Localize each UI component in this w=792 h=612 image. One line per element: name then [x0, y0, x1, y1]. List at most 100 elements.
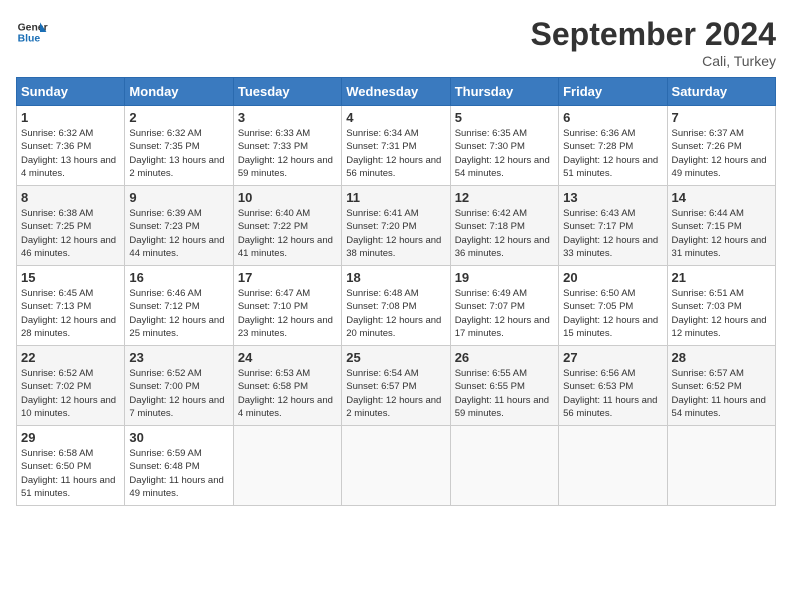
table-cell: 9 Sunrise: 6:39 AM Sunset: 7:23 PM Daylig… [125, 186, 233, 266]
table-cell: 10 Sunrise: 6:40 AM Sunset: 7:22 PM Dayli… [233, 186, 341, 266]
month-title: September 2024 [531, 16, 776, 53]
table-cell: 11 Sunrise: 6:41 AM Sunset: 7:20 PM Dayli… [342, 186, 450, 266]
day-number: 21 [672, 270, 771, 285]
location: Cali, Turkey [531, 53, 776, 69]
calendar-row: 1 Sunrise: 6:32 AM Sunset: 7:36 PM Daylig… [17, 106, 776, 186]
day-info: Sunrise: 6:40 AM Sunset: 7:22 PM Dayligh… [238, 207, 337, 260]
day-number: 11 [346, 190, 445, 205]
table-cell: 1 Sunrise: 6:32 AM Sunset: 7:36 PM Daylig… [17, 106, 125, 186]
header-row: Sunday Monday Tuesday Wednesday Thursday… [17, 78, 776, 106]
table-cell: 4Sunrise: 6:34 AM Sunset: 7:31 PM Daylig… [342, 106, 450, 186]
day-info: Sunrise: 6:48 AM Sunset: 7:08 PM Dayligh… [346, 287, 445, 340]
day-info: Sunrise: 6:45 AM Sunset: 7:13 PM Dayligh… [21, 287, 120, 340]
day-info: Sunrise: 6:46 AM Sunset: 7:12 PM Dayligh… [129, 287, 228, 340]
day-info: Sunrise: 6:44 AM Sunset: 7:15 PM Dayligh… [672, 207, 771, 260]
table-cell: 24 Sunrise: 6:53 AM Sunset: 6:58 PM Dayli… [233, 346, 341, 426]
day-info: Sunrise: 6:43 AM Sunset: 7:17 PM Dayligh… [563, 207, 662, 260]
table-cell [667, 426, 775, 506]
day-info: Sunrise: 6:35 AM Sunset: 7:30 PM Dayligh… [455, 127, 554, 180]
day-number: 5 [455, 110, 554, 125]
logo-icon: General Blue [16, 16, 48, 48]
table-cell: 12Sunrise: 6:42 AM Sunset: 7:18 PM Dayli… [450, 186, 558, 266]
day-info: Sunrise: 6:57 AM Sunset: 6:52 PM Dayligh… [672, 367, 771, 420]
calendar-row: 22 Sunrise: 6:52 AM Sunset: 7:02 PM Dayli… [17, 346, 776, 426]
day-number: 16 [129, 270, 228, 285]
day-number: 8 [21, 190, 120, 205]
table-cell: 5 Sunrise: 6:35 AM Sunset: 7:30 PM Daylig… [450, 106, 558, 186]
day-info: Sunrise: 6:36 AM Sunset: 7:28 PM Dayligh… [563, 127, 662, 180]
day-number: 14 [672, 190, 771, 205]
table-cell: 19 Sunrise: 6:49 AM Sunset: 7:07 PM Dayli… [450, 266, 558, 346]
day-number: 23 [129, 350, 228, 365]
col-friday: Friday [559, 78, 667, 106]
day-number: 22 [21, 350, 120, 365]
day-info: Sunrise: 6:37 AM Sunset: 7:26 PM Dayligh… [672, 127, 771, 180]
col-monday: Monday [125, 78, 233, 106]
day-info: Sunrise: 6:58 AM Sunset: 6:50 PM Dayligh… [21, 447, 120, 500]
day-number: 17 [238, 270, 337, 285]
day-number: 30 [129, 430, 228, 445]
day-info: Sunrise: 6:54 AM Sunset: 6:57 PM Dayligh… [346, 367, 445, 420]
day-info: Sunrise: 6:41 AM Sunset: 7:20 PM Dayligh… [346, 207, 445, 260]
table-cell: 26Sunrise: 6:55 AM Sunset: 6:55 PM Dayli… [450, 346, 558, 426]
page-header: General Blue September 2024 Cali, Turkey [16, 16, 776, 69]
day-info: Sunrise: 6:53 AM Sunset: 6:58 PM Dayligh… [238, 367, 337, 420]
table-cell: 13 Sunrise: 6:43 AM Sunset: 7:17 PM Dayli… [559, 186, 667, 266]
day-number: 29 [21, 430, 120, 445]
day-info: Sunrise: 6:32 AM Sunset: 7:36 PM Dayligh… [21, 127, 120, 180]
table-cell: 16 Sunrise: 6:46 AM Sunset: 7:12 PM Dayli… [125, 266, 233, 346]
calendar-row: 8 Sunrise: 6:38 AM Sunset: 7:25 PM Daylig… [17, 186, 776, 266]
day-info: Sunrise: 6:56 AM Sunset: 6:53 PM Dayligh… [563, 367, 662, 420]
day-info: Sunrise: 6:47 AM Sunset: 7:10 PM Dayligh… [238, 287, 337, 340]
day-info: Sunrise: 6:33 AM Sunset: 7:33 PM Dayligh… [238, 127, 337, 180]
logo: General Blue [16, 16, 48, 48]
calendar-row: 29 Sunrise: 6:58 AM Sunset: 6:50 PM Dayli… [17, 426, 776, 506]
col-saturday: Saturday [667, 78, 775, 106]
day-number: 20 [563, 270, 662, 285]
day-info: Sunrise: 6:34 AM Sunset: 7:31 PM Dayligh… [346, 127, 445, 180]
day-number: 9 [129, 190, 228, 205]
col-wednesday: Wednesday [342, 78, 450, 106]
table-cell: 18 Sunrise: 6:48 AM Sunset: 7:08 PM Dayli… [342, 266, 450, 346]
day-number: 1 [21, 110, 120, 125]
table-cell: 21 Sunrise: 6:51 AM Sunset: 7:03 PM Dayli… [667, 266, 775, 346]
day-number: 18 [346, 270, 445, 285]
table-cell: 8 Sunrise: 6:38 AM Sunset: 7:25 PM Daylig… [17, 186, 125, 266]
day-number: 27 [563, 350, 662, 365]
day-number: 15 [21, 270, 120, 285]
day-info: Sunrise: 6:55 AM Sunset: 6:55 PM Dayligh… [455, 367, 554, 420]
day-info: Sunrise: 6:52 AM Sunset: 7:02 PM Dayligh… [21, 367, 120, 420]
day-number: 12 [455, 190, 554, 205]
table-cell: 27 Sunrise: 6:56 AM Sunset: 6:53 PM Dayli… [559, 346, 667, 426]
col-tuesday: Tuesday [233, 78, 341, 106]
table-cell: 6 Sunrise: 6:36 AM Sunset: 7:28 PM Daylig… [559, 106, 667, 186]
table-cell: 29 Sunrise: 6:58 AM Sunset: 6:50 PM Dayli… [17, 426, 125, 506]
table-cell: 20 Sunrise: 6:50 AM Sunset: 7:05 PM Dayli… [559, 266, 667, 346]
svg-text:Blue: Blue [18, 34, 41, 45]
table-cell [559, 426, 667, 506]
table-cell: 14 Sunrise: 6:44 AM Sunset: 7:15 PM Dayli… [667, 186, 775, 266]
col-sunday: Sunday [17, 78, 125, 106]
table-cell: 22 Sunrise: 6:52 AM Sunset: 7:02 PM Dayli… [17, 346, 125, 426]
day-number: 10 [238, 190, 337, 205]
day-info: Sunrise: 6:52 AM Sunset: 7:00 PM Dayligh… [129, 367, 228, 420]
day-info: Sunrise: 6:49 AM Sunset: 7:07 PM Dayligh… [455, 287, 554, 340]
day-number: 24 [238, 350, 337, 365]
table-cell: 17 Sunrise: 6:47 AM Sunset: 7:10 PM Dayli… [233, 266, 341, 346]
table-cell: 25Sunrise: 6:54 AM Sunset: 6:57 PM Dayli… [342, 346, 450, 426]
table-cell: 30Sunrise: 6:59 AM Sunset: 6:48 PM Dayli… [125, 426, 233, 506]
day-number: 19 [455, 270, 554, 285]
day-info: Sunrise: 6:39 AM Sunset: 7:23 PM Dayligh… [129, 207, 228, 260]
table-cell [342, 426, 450, 506]
day-info: Sunrise: 6:51 AM Sunset: 7:03 PM Dayligh… [672, 287, 771, 340]
day-number: 13 [563, 190, 662, 205]
table-cell: 15 Sunrise: 6:45 AM Sunset: 7:13 PM Dayli… [17, 266, 125, 346]
table-cell: 7Sunrise: 6:37 AM Sunset: 7:26 PM Daylig… [667, 106, 775, 186]
day-number: 6 [563, 110, 662, 125]
table-cell: 28Sunrise: 6:57 AM Sunset: 6:52 PM Dayli… [667, 346, 775, 426]
day-info: Sunrise: 6:38 AM Sunset: 7:25 PM Dayligh… [21, 207, 120, 260]
table-cell [450, 426, 558, 506]
day-info: Sunrise: 6:50 AM Sunset: 7:05 PM Dayligh… [563, 287, 662, 340]
day-number: 3 [238, 110, 337, 125]
calendar-table: Sunday Monday Tuesday Wednesday Thursday… [16, 77, 776, 506]
